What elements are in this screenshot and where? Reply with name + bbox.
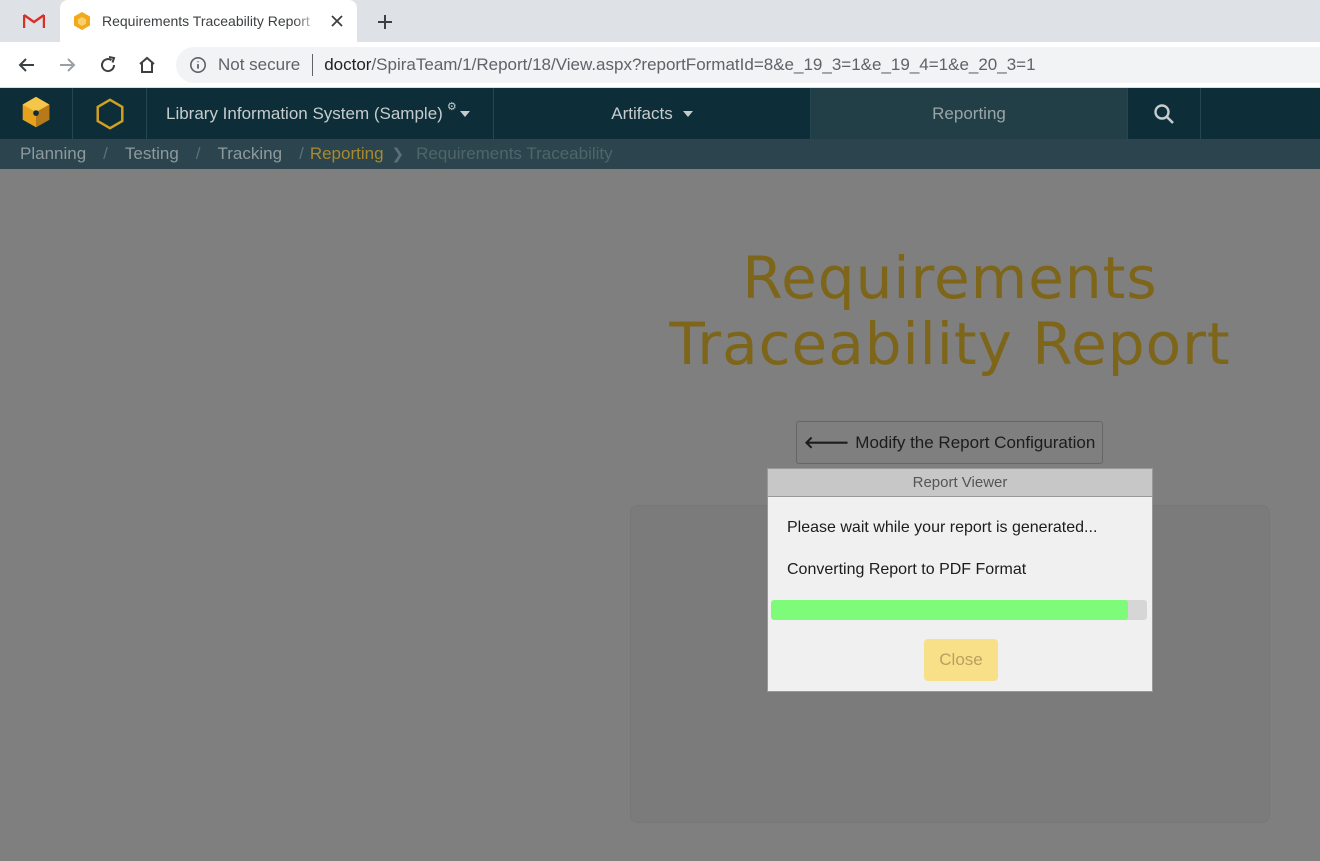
dialog-status: Converting Report to PDF Format [787,561,1027,578]
breadcrumb: Planning / Testing / Tracking / Reportin… [0,139,1320,169]
page-title: Requirements Traceability Report [660,245,1240,377]
address-separator [312,54,314,76]
back-arrow-icon[interactable] [15,53,39,77]
browser-toolbar: Not secure doctor/SpiraTeam/1/Report/18/… [0,42,1320,88]
page-title-line1: Requirements [742,244,1158,312]
spira-logo[interactable] [0,88,73,139]
project-name: Library Information System (Sample) [166,103,443,123]
gmail-icon [23,14,45,28]
close-button[interactable]: Close [924,639,998,681]
progress-bar [771,600,1147,620]
page-title-line2: Traceability Report [669,310,1231,378]
modify-report-config-button[interactable]: 🡐 Modify the Report Configuration [796,421,1103,464]
url-path: /SpiraTeam/1/Report/18/View.aspx?reportF… [371,55,1036,74]
tab-title: Requirements Traceability Report [102,13,310,29]
report-viewer-dialog: Report Viewer Please wait while your rep… [767,468,1153,692]
forward-arrow-icon[interactable] [55,53,79,77]
address-bar[interactable]: Not secure doctor/SpiraTeam/1/Report/18/… [176,47,1320,83]
nav-artifacts-label: Artifacts [611,103,673,123]
info-icon[interactable] [188,55,208,75]
breadcrumb-separator: / [299,144,304,163]
nav-artifacts[interactable]: Artifacts [494,88,811,139]
search-button[interactable] [1128,88,1201,139]
dialog-message: Please wait while your report is generat… [787,519,1098,536]
breadcrumb-current: Requirements Traceability [416,144,613,163]
new-tab-icon[interactable] [372,9,398,35]
breadcrumb-tracking[interactable]: Tracking [218,144,283,164]
progress-bar-fill [771,600,1129,620]
chevron-down-icon [459,110,470,117]
dialog-title: Report Viewer [768,469,1152,497]
project-selector[interactable]: Library Information System (Sample) ⚙ [147,88,494,139]
arrow-left-icon: 🡐 [803,432,850,452]
spira-favicon-icon [72,11,92,31]
breadcrumb-separator: / [103,144,108,163]
chevron-down-icon [682,110,693,117]
workspace-hex-button[interactable] [73,88,147,139]
breadcrumb-testing[interactable]: Testing [125,144,179,164]
reload-icon[interactable] [96,53,120,77]
gear-icon[interactable]: ⚙ [447,100,457,113]
app-header: Library Information System (Sample) ⚙ Ar… [0,88,1320,139]
breadcrumb-reporting[interactable]: Reporting [310,144,384,164]
gmail-tab[interactable] [10,6,58,36]
breadcrumb-separator: / [195,144,201,163]
hexagon-icon [95,97,124,130]
breadcrumb-planning[interactable]: Planning [20,144,86,164]
nav-reporting[interactable]: Reporting [811,88,1128,139]
url-host: doctor [324,55,372,74]
url-text: doctor/SpiraTeam/1/Report/18/View.aspx?r… [324,55,1035,75]
modify-report-config-label: Modify the Report Configuration [855,432,1096,452]
nav-reporting-label: Reporting [932,103,1006,123]
search-icon [1154,103,1174,124]
not-secure-label: Not secure [218,55,301,74]
active-browser-tab[interactable]: Requirements Traceability Report [60,0,357,42]
spira-logo-icon [22,96,50,127]
tab-close-icon[interactable] [327,11,347,31]
chevron-right-icon: ❯ [391,146,405,163]
browser-tab-strip: Requirements Traceability Report [0,0,1320,42]
home-icon[interactable] [135,53,159,77]
